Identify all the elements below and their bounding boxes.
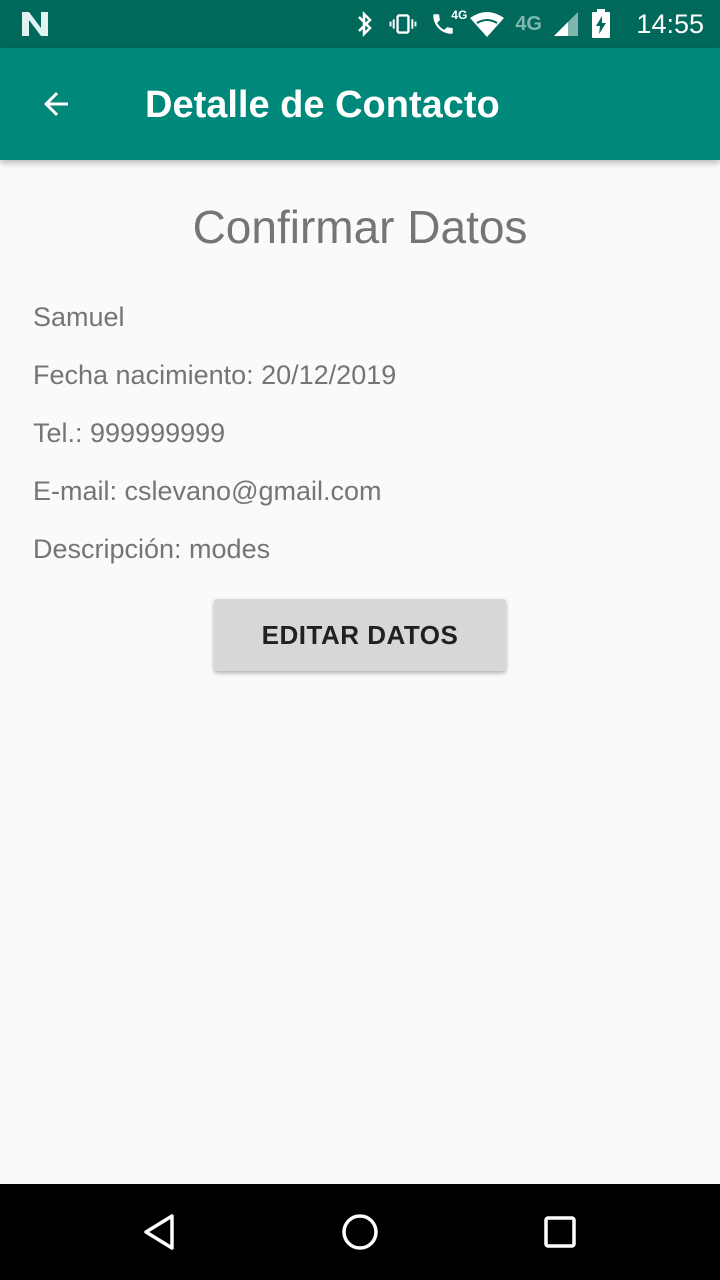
contact-birth-date: Fecha nacimiento: 20/12/2019	[33, 360, 397, 390]
contact-phone: Tel.: 999999999	[33, 418, 226, 448]
contact-name: Samuel	[33, 302, 125, 332]
nav-back-button[interactable]	[136, 1208, 184, 1256]
arrow-back-icon	[44, 92, 68, 116]
nav-home-button[interactable]	[336, 1208, 384, 1256]
app-bar: Detalle de Contacto	[0, 48, 720, 160]
back-triangle-icon	[144, 1214, 174, 1250]
n-logo-icon	[22, 12, 48, 36]
contact-email: E-mail: cslevano@gmail.com	[33, 476, 382, 506]
status-icons: 4G 4G	[351, 8, 612, 40]
page-heading: Confirmar Datos	[192, 201, 528, 253]
signal-icon	[552, 8, 580, 40]
wifi-calling-icon: 4G	[427, 8, 467, 40]
wifi-icon	[469, 8, 505, 40]
main-content: Confirmar Datos Samuel Fecha nacimiento:…	[0, 160, 720, 1184]
status-time: 14:55	[636, 9, 704, 39]
navigation-bar	[0, 1184, 720, 1280]
home-circle-icon	[342, 1214, 378, 1250]
nav-recents-button[interactable]	[536, 1208, 584, 1256]
bluetooth-icon	[351, 8, 379, 40]
recents-square-icon	[544, 1216, 576, 1248]
call-badge: 4G	[451, 8, 468, 22]
battery-charging-icon	[590, 8, 612, 40]
edit-data-button[interactable]: EDITAR DATOS	[214, 599, 506, 671]
vibrate-icon	[389, 8, 417, 40]
app-title: Detalle de Contacto	[145, 84, 500, 126]
contact-description: Descripción: modes	[33, 534, 271, 564]
back-button[interactable]	[24, 72, 88, 136]
network-label: 4G	[515, 13, 542, 35]
status-bar: 4G 4G 14:55	[0, 0, 720, 48]
